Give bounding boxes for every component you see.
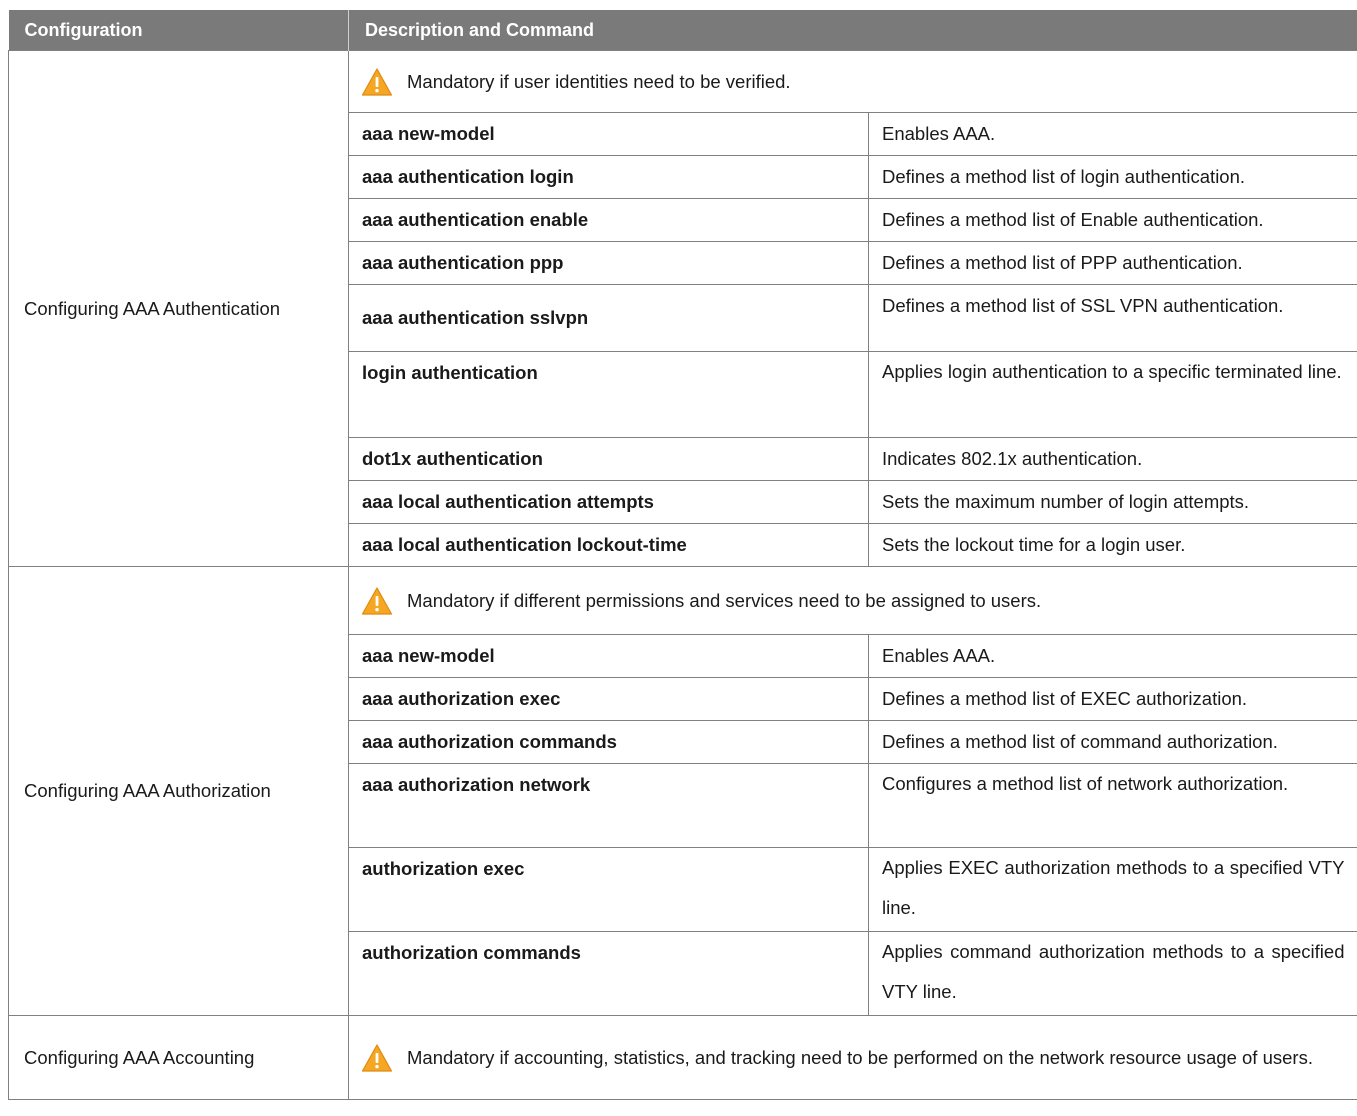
description-cell: Configures a method list of network auth… bbox=[868, 763, 1357, 848]
command-cell: aaa local authentication attempts bbox=[348, 480, 869, 524]
warning-text: Mandatory if user identities need to be … bbox=[407, 70, 791, 92]
description-cell: Defines a method list of login authentic… bbox=[868, 155, 1357, 199]
configuration-cell: Configuring AAA Authentication bbox=[8, 50, 349, 567]
command-cell: aaa authentication enable bbox=[348, 198, 869, 242]
command-cell: login authentication bbox=[348, 351, 869, 438]
description-cell: Defines a method list of Enable authenti… bbox=[868, 198, 1357, 242]
warning-icon bbox=[361, 1043, 393, 1072]
command-cell: aaa new-model bbox=[348, 112, 869, 156]
description-cell: Applies EXEC authorization methods to a … bbox=[868, 847, 1357, 932]
command-cell: aaa authorization commands bbox=[348, 720, 869, 764]
command-cell: aaa authentication login bbox=[348, 155, 869, 199]
description-cell: Defines a method list of command authori… bbox=[868, 720, 1357, 764]
description-cell: Applies command authorization methods to… bbox=[868, 931, 1357, 1016]
command-cell: aaa authentication sslvpn bbox=[348, 284, 869, 352]
command-cell: aaa authentication ppp bbox=[348, 241, 869, 285]
warning-note: Mandatory if user identities need to be … bbox=[348, 50, 1357, 113]
command-cell: authorization commands bbox=[348, 931, 869, 1016]
warning-icon bbox=[361, 67, 393, 96]
warning-note: Mandatory if accounting, statistics, and… bbox=[348, 1015, 1357, 1100]
header-configuration: Configuration bbox=[8, 10, 349, 51]
description-cell: Sets the maximum number of login attempt… bbox=[868, 480, 1357, 524]
description-cell: Sets the lockout time for a login user. bbox=[868, 523, 1357, 567]
config-table-page: Configuration Description and Command Co… bbox=[8, 10, 1357, 1100]
description-cell: Applies login authentication to a specif… bbox=[868, 351, 1357, 438]
command-cell: aaa authorization exec bbox=[348, 677, 869, 721]
header-row: Configuration Description and Command bbox=[8, 10, 1357, 51]
description-cell: Enables AAA. bbox=[868, 634, 1357, 678]
description-cell: Indicates 802.1x authentication. bbox=[868, 437, 1357, 481]
description-cell: Defines a method list of EXEC authorizat… bbox=[868, 677, 1357, 721]
command-cell: dot1x authentication bbox=[348, 437, 869, 481]
warning-text: Mandatory if accounting, statistics, and… bbox=[407, 1046, 1313, 1068]
command-cell: aaa new-model bbox=[348, 634, 869, 678]
description-cell: Enables AAA. bbox=[868, 112, 1357, 156]
configuration-cell: Configuring AAA Accounting bbox=[8, 1015, 349, 1100]
header-description-command: Description and Command bbox=[348, 10, 1357, 51]
warning-row: Configuring AAA Authentication Mandatory… bbox=[8, 50, 1357, 567]
description-cell: Defines a method list of PPP authenticat… bbox=[868, 241, 1357, 285]
configuration-table: Configuration Description and Command Co… bbox=[8, 10, 1357, 1100]
command-cell: authorization exec bbox=[348, 847, 869, 932]
command-cell: aaa local authentication lockout-time bbox=[348, 523, 869, 567]
command-cell: aaa authorization network bbox=[348, 763, 869, 848]
warning-icon bbox=[361, 586, 393, 615]
warning-text: Mandatory if different permissions and s… bbox=[407, 589, 1042, 611]
warning-row: Configuring AAA Authorization Mandatory … bbox=[8, 566, 1357, 1016]
warning-note: Mandatory if different permissions and s… bbox=[348, 566, 1357, 635]
description-cell: Defines a method list of SSL VPN authent… bbox=[868, 284, 1357, 352]
warning-row: Configuring AAA Accounting Mandatory if … bbox=[8, 1015, 1357, 1100]
configuration-cell: Configuring AAA Authorization bbox=[8, 566, 349, 1016]
